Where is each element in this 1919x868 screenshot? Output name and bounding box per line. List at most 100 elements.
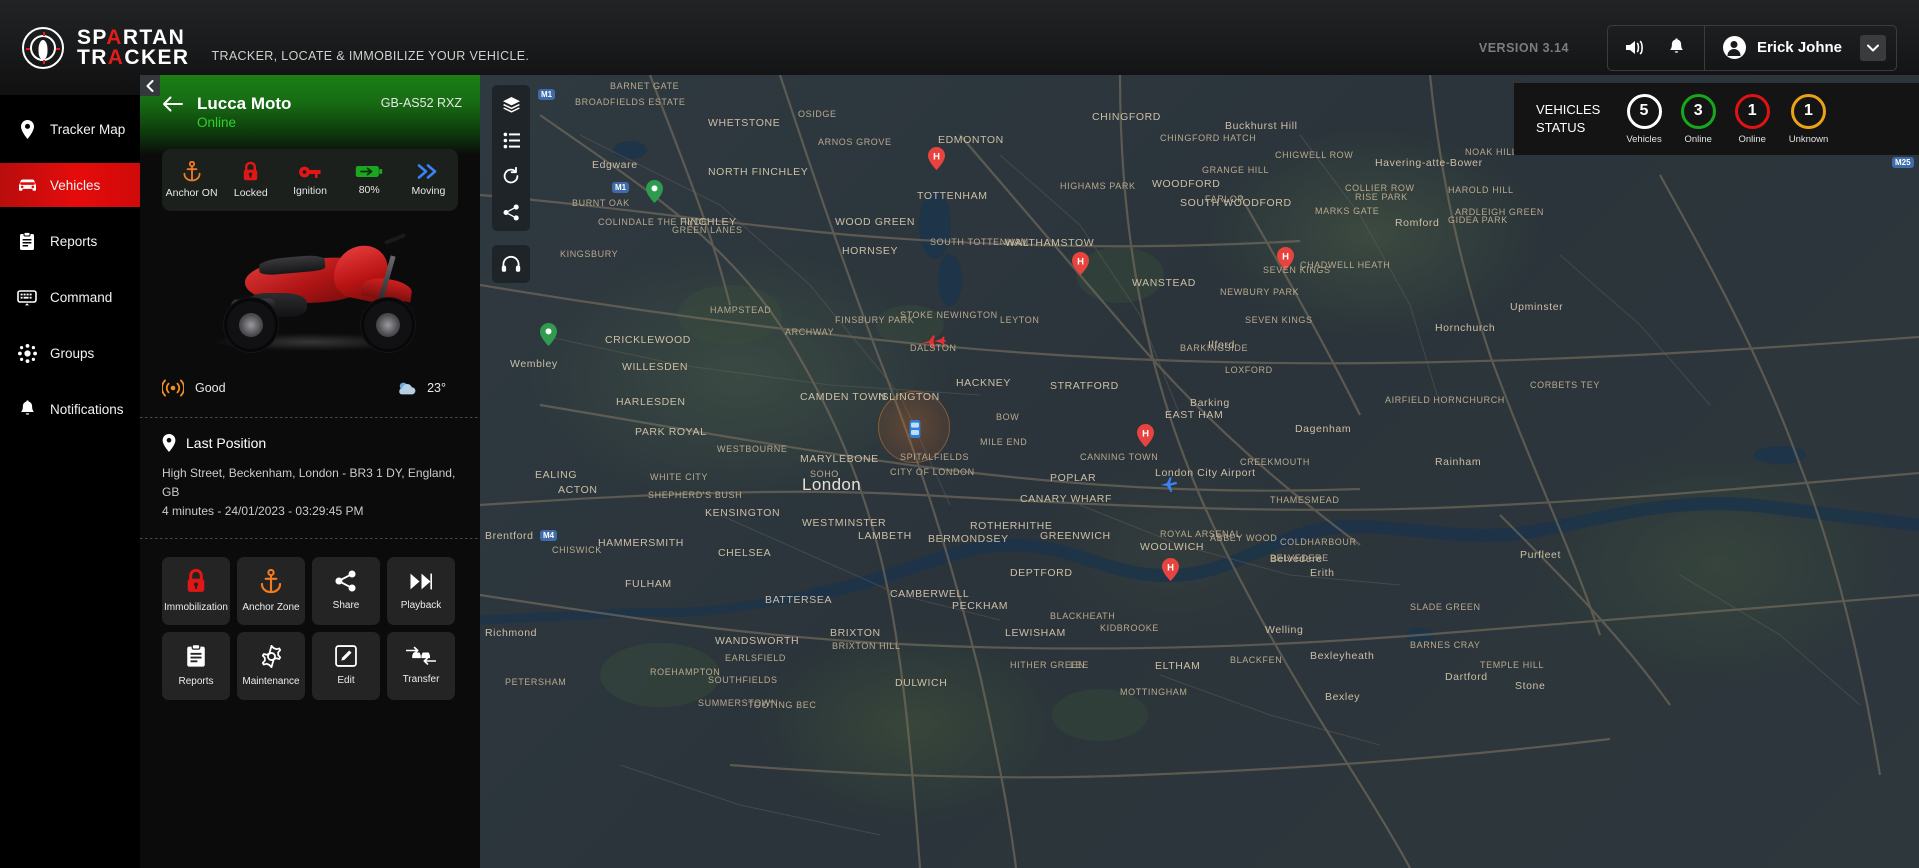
map-tools-panel: [492, 85, 530, 231]
map-pin-icon: [162, 434, 176, 452]
status-ring-total[interactable]: 5 Vehicles: [1626, 93, 1662, 145]
refresh-icon[interactable]: [498, 165, 524, 187]
action-grid-row-1: Immobilization Anchor Zone Share Playbac…: [140, 556, 480, 625]
lock-icon: [244, 161, 258, 181]
chevron-down-icon[interactable]: [1860, 34, 1886, 61]
status-ring-unknown[interactable]: 1 Unknown: [1788, 93, 1829, 145]
ring-value: 1: [1791, 93, 1826, 129]
last-position-address: High Street, Beckenham, London - BR3 1 D…: [162, 466, 456, 500]
weather-info: 23°: [396, 380, 446, 397]
arrow-left-icon: [163, 96, 183, 112]
last-position-section: Last Position High Street, Beckenham, Lo…: [140, 418, 480, 522]
action-playback[interactable]: Playback: [387, 556, 455, 625]
svg-text:H: H: [1077, 257, 1084, 268]
vehicle-status-card: Anchor ON Locked Ignition 80% Moving: [162, 149, 458, 211]
sidebar-item-command[interactable]: Command: [0, 275, 140, 319]
map-canvas[interactable]: H H H H H M1 M1 M4 M25 London WHETSTONE …: [480, 75, 1919, 868]
user-menu-box[interactable]: Erick Johne: [1606, 24, 1897, 71]
panel-collapse-button[interactable]: [140, 75, 160, 96]
status-lock[interactable]: Locked: [221, 161, 280, 199]
sidebar-item-label: Command: [50, 289, 113, 305]
sidebar-item-label: Groups: [50, 345, 95, 361]
share-icon[interactable]: [498, 201, 524, 223]
action-immobilization[interactable]: Immobilization: [162, 556, 230, 625]
list-icon[interactable]: [498, 129, 524, 151]
alert-vehicle-marker[interactable]: [920, 334, 947, 352]
action-reports[interactable]: Reports: [162, 631, 230, 700]
status-ignition[interactable]: Ignition: [280, 164, 339, 197]
moving-icon: [418, 164, 437, 179]
map-pin-marker[interactable]: H: [1072, 252, 1089, 275]
cloud-icon: [399, 382, 416, 394]
map-water-and-roads: [480, 75, 1919, 868]
anchor-icon: [260, 568, 282, 593]
sidebar-item-tracker-map[interactable]: Tracker Map: [0, 107, 140, 151]
avatar: [1722, 36, 1746, 59]
status-label: Locked: [233, 187, 268, 199]
status-ring-online-red[interactable]: 1 Online: [1734, 93, 1770, 145]
map-pin-marker[interactable]: H: [928, 147, 945, 170]
layers-icon[interactable]: [498, 93, 524, 115]
map-pin-marker[interactable]: H: [1162, 558, 1179, 581]
status-moving[interactable]: Moving: [399, 163, 458, 197]
headset-icon[interactable]: [492, 245, 530, 283]
vehicle-online-status: Online: [197, 115, 237, 131]
map-pin-marker[interactable]: H: [1137, 424, 1154, 447]
map-pin-marker[interactable]: H: [1277, 247, 1294, 270]
status-label: Moving: [411, 185, 446, 197]
last-position-title: Last Position: [186, 435, 267, 451]
keyboard-icon: [16, 289, 38, 306]
share-icon: [335, 570, 356, 592]
clipboard-icon: [16, 231, 38, 251]
action-label: Transfer: [402, 674, 440, 686]
edit-icon: [335, 645, 357, 667]
status-label: Ignition: [293, 184, 327, 197]
brand-tagline: TRACKER, LOCATE & IMMOBILIZE YOUR VEHICL…: [211, 48, 530, 63]
last-position-time: 4 minutes - 24/01/2023 - 03:29:45 PM: [162, 504, 364, 519]
sidebar-item-vehicles[interactable]: Vehicles: [0, 163, 140, 207]
ring-label: Vehicles: [1626, 133, 1662, 145]
back-button[interactable]: [162, 96, 183, 117]
svg-text:H: H: [1167, 563, 1174, 574]
sidebar-item-reports[interactable]: Reports: [0, 219, 140, 263]
bell-icon[interactable]: [1656, 26, 1698, 70]
action-transfer[interactable]: Transfer: [387, 631, 455, 700]
sidebar-item-notifications[interactable]: Notifications: [0, 387, 140, 431]
map-pin-marker-green[interactable]: [646, 180, 663, 203]
ring-label: Online: [1684, 133, 1712, 145]
sidebar-item-label: Notifications: [50, 401, 124, 417]
action-share[interactable]: Share: [312, 556, 380, 625]
ring-value: 3: [1680, 93, 1716, 129]
user-profile[interactable]: Erick Johne: [1705, 26, 1896, 70]
sidebar-item-groups[interactable]: Groups: [0, 331, 140, 375]
speaker-mute-icon[interactable]: [1614, 26, 1656, 70]
action-maintenance[interactable]: Maintenance: [237, 631, 305, 700]
key-icon: [299, 166, 321, 178]
ring-value: 5: [1626, 93, 1662, 129]
signal-label: Good: [195, 381, 226, 395]
status-battery[interactable]: 80%: [340, 164, 399, 196]
clipboard-icon: [187, 644, 205, 667]
sidebar-item-label: Tracker Map: [50, 121, 126, 137]
action-label: Share: [332, 600, 360, 612]
action-anchor-zone[interactable]: Anchor Zone: [237, 556, 305, 625]
action-label: Maintenance: [242, 675, 300, 687]
vehicles-status-title: VEHICLES STATUS: [1536, 101, 1600, 136]
brand-logo[interactable]: SPARTAN TRACKER: [22, 26, 189, 69]
ring-label: Unknown: [1788, 133, 1829, 145]
action-label: Edit: [337, 675, 355, 687]
airport-marker[interactable]: [1160, 475, 1178, 493]
status-anchor[interactable]: Anchor ON: [162, 161, 221, 199]
battery-icon: [356, 166, 383, 177]
tracked-vehicle-marker[interactable]: [908, 419, 926, 438]
action-edit[interactable]: Edit: [312, 631, 380, 700]
vehicle-photo: [140, 221, 480, 371]
svg-text:H: H: [1282, 252, 1289, 263]
svg-text:H: H: [1142, 429, 1149, 440]
vehicle-plate: GB-AS52 RXZ: [380, 96, 462, 110]
status-label: Anchor ON: [165, 187, 218, 199]
map-pin-marker-green[interactable]: [540, 323, 557, 346]
status-ring-online-green[interactable]: 3 Online: [1680, 93, 1716, 145]
vehicle-name: Lucca Moto: [197, 94, 292, 113]
user-name: Erick Johne: [1756, 39, 1842, 56]
